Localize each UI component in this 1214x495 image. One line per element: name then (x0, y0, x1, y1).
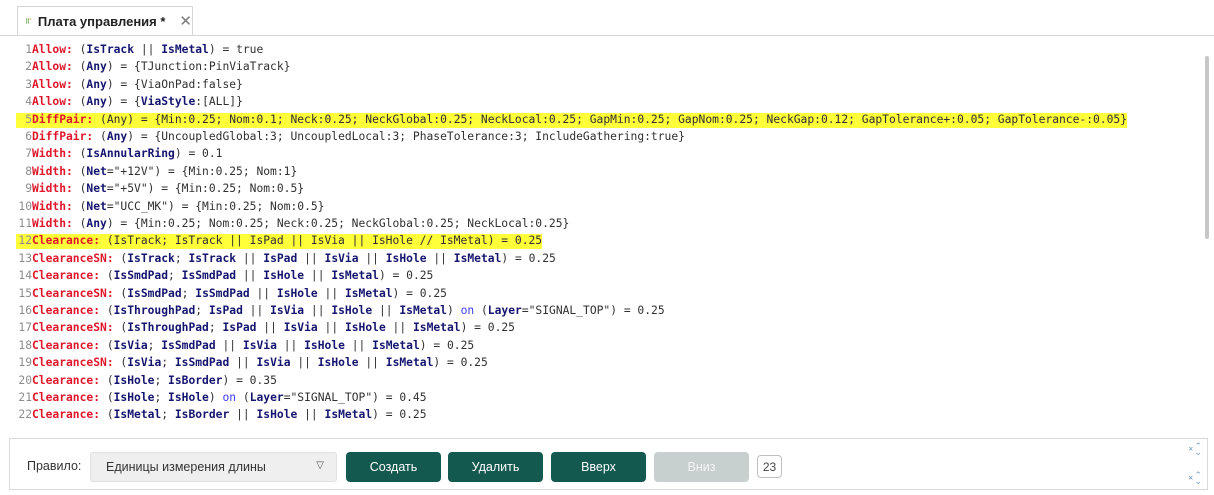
line-code: Width: (Net="UCC_MK") = {Min:0.25; Nom:0… (32, 199, 325, 213)
line-number: 16 (18, 304, 32, 317)
rule-select[interactable]: Единицы измерения длины ▽ (90, 452, 337, 482)
code-line[interactable]: 4Allow: (Any) = {ViaStyle:[ALL]} (16, 94, 243, 110)
line-number: 13 (18, 251, 32, 265)
rule-label: Правило: (27, 459, 82, 473)
line-number: 12 (18, 234, 32, 248)
line-number: 21 (18, 391, 32, 404)
line-number: 20 (18, 373, 32, 387)
chevron-down-icon: ▽ (316, 460, 324, 471)
line-code: ClearanceSN: (IsThroughPad; IsPad || IsV… (32, 321, 515, 335)
code-line[interactable]: 15ClearanceSN: (IsSmdPad; IsSmdPad || Is… (16, 286, 447, 302)
tab-control-board[interactable]: Плата управления * ✕ (17, 6, 193, 35)
line-code: ClearanceSN: (IsTrack; IsTrack || IsPad … (32, 251, 556, 265)
line-number: 19 (18, 356, 32, 370)
line-number: 10 (18, 199, 32, 213)
line-number: 22 (18, 408, 32, 422)
rule-toolbar: Правило: Единицы измерения длины ▽ Созда… (9, 438, 1208, 490)
line-number: 7 (25, 147, 32, 161)
line-code: Clearance: (IsSmdPad; IsSmdPad || IsHole… (32, 269, 434, 283)
move-down-button[interactable]: Вниз (654, 452, 749, 482)
line-number: 9 (25, 182, 32, 196)
line-code: DiffPair: (Any) = {Min:0.25; Nom:0.1; Ne… (32, 112, 1128, 126)
rules-editor-window: Плата управления * ✕ 1Allow: (IsTrack ||… (0, 0, 1214, 495)
code-line[interactable]: 20Clearance: (IsHole; IsBorder) = 0.35 (16, 373, 277, 389)
line-code: Allow: (Any) = {ViaStyle:[ALL]} (32, 95, 243, 109)
collapse-icon[interactable]: ⌄⌃ ⌃⌄ (1187, 442, 1202, 457)
delete-button[interactable]: Удалить (448, 452, 543, 482)
rules-code-editor[interactable]: 1Allow: (IsTrack || IsMetal) = true 2Allo… (16, 40, 1206, 431)
code-line[interactable]: 11Width: (Any) = {Min:0.25; Nom:0.25; Ne… (16, 216, 569, 232)
line-code: Width: (Net="+5V") = {Min:0.25; Nom:0.5} (32, 182, 305, 196)
line-code: DiffPair: (Any) = {UncoupledGlobal:3; Un… (32, 130, 685, 143)
code-line[interactable]: 2Allow: (Any) = {TJunction:PinViaTrack} (16, 59, 290, 75)
create-button[interactable]: Создать (346, 452, 441, 482)
line-number: 14 (18, 269, 32, 283)
line-code: Clearance: (IsHole; IsBorder) = 0.35 (32, 373, 277, 387)
code-line[interactable]: 22Clearance: (IsMetal; IsBorder || IsHol… (16, 407, 427, 423)
line-code: Width: (Any) = {Min:0.25; Nom:0.25; Neck… (32, 217, 570, 230)
line-code: Clearance: (IsHole; IsHole) on (Layer="S… (32, 391, 427, 404)
line-code: ClearanceSN: (IsSmdPad; IsSmdPad || IsHo… (32, 286, 447, 300)
line-code: Width: (Net="+12V") = {Min:0.25; Nom:1} (32, 164, 298, 178)
line-code: Clearance: (IsMetal; IsBorder || IsHole … (32, 408, 427, 422)
code-line[interactable]: 1Allow: (IsTrack || IsMetal) = true (16, 42, 263, 58)
tab-title: Плата управления * (37, 13, 166, 29)
code-line[interactable]: 14Clearance: (IsSmdPad; IsSmdPad || IsHo… (16, 268, 433, 284)
line-code: Clearance: (IsThroughPad; IsPad || IsVia… (32, 304, 665, 317)
rule-select-value: Единицы измерения длины (106, 460, 266, 474)
vertical-scrollbar[interactable] (1205, 56, 1209, 239)
code-line[interactable]: 6DiffPair: (Any) = {UncoupledGlobal:3; U… (16, 129, 685, 145)
rule-count-badge: 23 (757, 455, 782, 478)
code-line[interactable]: 21Clearance: (IsHole; IsHole) on (Layer=… (16, 390, 427, 406)
close-icon[interactable]: ✕ (179, 13, 192, 29)
code-line[interactable]: 10Width: (Net="UCC_MK") = {Min:0.25; Nom… (16, 199, 324, 215)
line-code: Allow: (Any) = {ViaOnPad:false} (32, 77, 243, 91)
board-icon (26, 18, 31, 24)
line-code: Clearance: (IsTrack; IsTrack || IsPad ||… (32, 234, 543, 248)
code-line[interactable]: 16Clearance: (IsThroughPad; IsPad || IsV… (16, 303, 665, 319)
line-number: 1 (25, 43, 32, 56)
code-line[interactable]: 12Clearance: (IsTrack; IsTrack || IsPad … (16, 233, 543, 250)
line-number: 8 (25, 164, 32, 178)
code-line[interactable]: 17ClearanceSN: (IsThroughPad; IsPad || I… (16, 320, 515, 336)
code-line[interactable]: 13ClearanceSN: (IsTrack; IsTrack || IsPa… (16, 251, 556, 267)
code-line[interactable]: 19ClearanceSN: (IsVia; IsSmdPad || IsVia… (16, 355, 488, 371)
code-line[interactable]: 9Width: (Net="+5V") = {Min:0.25; Nom:0.5… (16, 181, 304, 197)
move-up-button[interactable]: Вверх (551, 452, 646, 482)
line-number: 6 (25, 130, 32, 143)
line-number: 5 (25, 112, 32, 126)
line-number: 3 (25, 77, 32, 91)
line-number: 2 (25, 60, 32, 74)
code-line[interactable]: 3Allow: (Any) = {ViaOnPad:false} (16, 77, 243, 93)
tab-bar: Плата управления * ✕ (0, 0, 1214, 36)
code-line[interactable]: 18Clearance: (IsVia; IsSmdPad || IsVia |… (16, 338, 474, 354)
line-code: Width: (IsAnnularRing) = 0.1 (32, 147, 223, 161)
line-code: Allow: (IsTrack || IsMetal) = true (32, 43, 264, 56)
line-number: 4 (25, 95, 32, 109)
line-number: 17 (18, 321, 32, 335)
code-line[interactable]: 5DiffPair: (Any) = {Min:0.25; Nom:0.1; N… (16, 112, 1127, 128)
code-line[interactable]: 7Width: (IsAnnularRing) = 0.1 (16, 146, 222, 162)
line-number: 15 (18, 286, 32, 300)
line-code: Allow: (Any) = {TJunction:PinViaTrack} (32, 60, 291, 74)
expand-icon[interactable]: ⌄⌃ ⌃⌄ (1187, 471, 1202, 486)
code-line[interactable]: 8Width: (Net="+12V") = {Min:0.25; Nom:1} (16, 164, 297, 180)
line-number: 11 (18, 217, 32, 230)
line-number: 18 (18, 338, 32, 352)
line-code: ClearanceSN: (IsVia; IsSmdPad || IsVia |… (32, 356, 488, 370)
line-code: Clearance: (IsVia; IsSmdPad || IsVia || … (32, 338, 475, 352)
